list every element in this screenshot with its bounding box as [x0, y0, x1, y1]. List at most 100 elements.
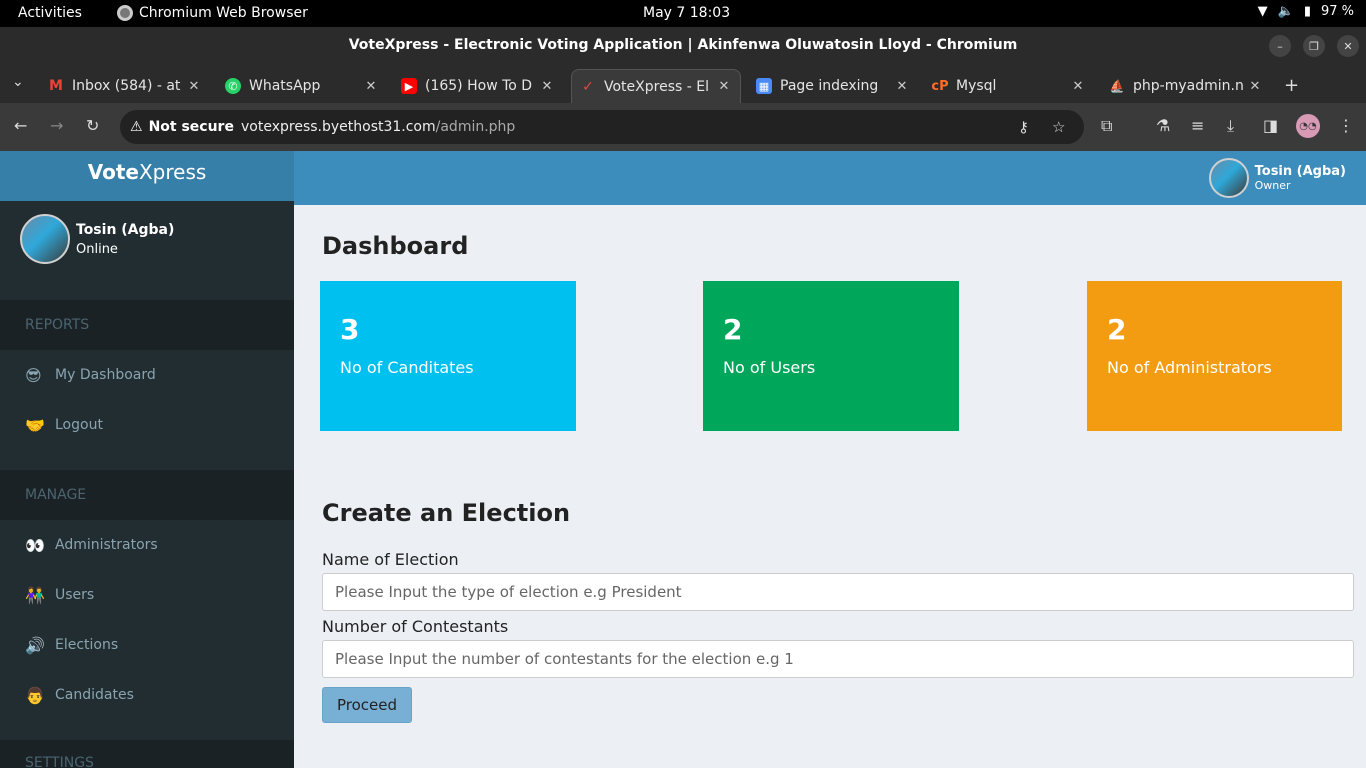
address-bar[interactable]: ⚠ Not secure votexpress.byethost31.com/a…	[120, 110, 1084, 144]
header-avatar	[1208, 158, 1249, 198]
sidebar-item-users[interactable]: 👫 Users	[0, 570, 294, 620]
battery-icon: ▮	[1303, 4, 1311, 19]
couple-icon: 👫	[25, 585, 45, 605]
minimize-button[interactable]: –	[1269, 35, 1291, 57]
close-tab-icon[interactable]: ✕	[714, 79, 734, 94]
tab-title: (165) How To D	[425, 78, 533, 94]
whatsapp-icon: ✆	[225, 78, 241, 94]
tab-title: Mysql	[956, 78, 997, 94]
tab-gmail[interactable]: M Inbox (584) - at ✕	[40, 69, 210, 103]
tab-search-chevron-icon[interactable]: ⌄	[12, 74, 24, 90]
logo-rest-text: Xpress	[138, 160, 207, 184]
download-icon[interactable]: ⤓	[1227, 116, 1234, 136]
clock[interactable]: May 7 18:03	[643, 5, 730, 21]
contestants-input[interactable]	[322, 640, 1354, 678]
labs-flask-icon[interactable]: ⚗	[1156, 116, 1170, 135]
handshake-icon: 🤝	[25, 415, 45, 435]
sidebar-item-logout[interactable]: 🤝 Logout	[0, 400, 294, 450]
app-menu[interactable]: Chromium Web Browser	[117, 5, 308, 21]
cpanel-icon: cP	[931, 78, 949, 94]
gmail-icon: M	[49, 78, 63, 94]
close-window-button[interactable]: ✕	[1337, 35, 1359, 57]
new-tab-plus-icon[interactable]: +	[1284, 75, 1299, 96]
site-info-button[interactable]: ⚠ Not secure	[130, 119, 234, 135]
more-menu-icon[interactable]: ⋮	[1338, 116, 1354, 135]
battery-percentage: 97 %	[1320, 4, 1354, 19]
tab-page-indexing[interactable]: ▦ Page indexing ✕	[748, 69, 918, 103]
close-tab-icon[interactable]: ✕	[361, 79, 381, 94]
window-title-bar: VoteXpress - Electronic Voting Applicati…	[0, 27, 1366, 65]
header-user-menu[interactable]: Tosin (Agba) Owner	[1208, 158, 1346, 198]
sidebar-item-candidates[interactable]: 👨 Candidates	[0, 670, 294, 720]
stat-card-candidates: 3 No of Canditates	[320, 281, 576, 431]
contestants-label: Number of Contestants	[322, 617, 509, 636]
tab-phpmyadmin[interactable]: ⛵ php-myadmin.n ✕	[1101, 69, 1271, 103]
youtube-icon: ▶	[401, 78, 417, 94]
forward-arrow-icon[interactable]: →	[50, 116, 63, 135]
sidebar-user-panel: Tosin (Agba) Online	[20, 214, 174, 264]
stat-value: 2	[1107, 313, 1127, 346]
media-controls-icon[interactable]: ≡	[1191, 116, 1204, 135]
sidebar-item-my-dashboard[interactable]: 😎 My Dashboard	[0, 350, 294, 400]
close-tab-icon[interactable]: ✕	[892, 79, 912, 94]
stat-card-administrators: 2 No of Administrators	[1087, 281, 1342, 431]
wifi-icon: ▼	[1257, 4, 1268, 19]
key-icon[interactable]: ⚷	[1018, 118, 1029, 136]
sidebar-item-elections[interactable]: 🔊 Elections	[0, 620, 294, 670]
stat-card-users: 2 No of Users	[703, 281, 959, 431]
sidebar-item-label: Candidates	[55, 687, 134, 703]
page-title: Dashboard	[322, 232, 469, 260]
header-user-name: Tosin (Agba)	[1254, 164, 1346, 179]
close-tab-icon[interactable]: ✕	[1245, 79, 1265, 94]
extensions-puzzle-icon[interactable]: ⧉	[1101, 116, 1112, 136]
sidebar-item-label: Users	[55, 587, 95, 603]
window-title: VoteXpress - Electronic Voting Applicati…	[348, 37, 1018, 53]
tab-title: Page indexing	[780, 78, 879, 94]
system-top-bar: Activities Chromium Web Browser May 7 18…	[0, 0, 1366, 27]
election-name-input[interactable]	[322, 573, 1354, 611]
logo-bold-text: Vote	[87, 160, 139, 184]
stat-label: No of Administrators	[1107, 358, 1272, 377]
activities-button[interactable]: Activities	[18, 5, 82, 21]
chromium-icon	[117, 5, 133, 21]
sidebar: Tosin (Agba) Online REPORTS 😎 My Dashboa…	[0, 201, 294, 768]
warning-triangle-icon: ⚠	[130, 119, 143, 135]
sidebar-user-name: Tosin (Agba)	[76, 221, 175, 238]
close-tab-icon[interactable]: ✕	[537, 79, 557, 94]
stat-value: 2	[723, 313, 743, 346]
create-election-title: Create an Election	[322, 499, 571, 527]
tab-title: Inbox (584) - at	[72, 78, 181, 94]
sidebar-header-settings: SETTINGS	[0, 740, 294, 768]
security-label: Not secure	[148, 119, 234, 135]
tab-strip: ⌄ M Inbox (584) - at ✕ ✆ WhatsApp ✕ ▶ (1…	[0, 65, 1366, 103]
sidebar-item-administrators[interactable]: 👀 Administrators	[0, 520, 294, 570]
sidebar-item-label: My Dashboard	[55, 367, 156, 383]
url-text[interactable]: votexpress.byethost31.com/admin.php	[241, 119, 515, 135]
bookmark-star-icon[interactable]: ☆	[1052, 118, 1065, 136]
sidebar-item-label: Elections	[55, 637, 119, 653]
system-tray[interactable]: ▼ 🔈 ▮ 97 %	[1258, 4, 1354, 19]
tab-whatsapp[interactable]: ✆ WhatsApp ✕	[217, 69, 387, 103]
sidebar-item-label: Logout	[55, 417, 103, 433]
profile-avatar-icon[interactable]: ◔◔	[1296, 114, 1320, 138]
tab-mysql[interactable]: cP Mysql ✕	[924, 69, 1094, 103]
header-user-role: Owner	[1254, 179, 1291, 192]
side-panel-icon[interactable]: ◨	[1263, 116, 1278, 135]
tab-youtube[interactable]: ▶ (165) How To D ✕	[393, 69, 563, 103]
proceed-button[interactable]: Proceed	[322, 687, 412, 723]
close-tab-icon[interactable]: ✕	[1068, 79, 1088, 94]
browser-toolbar: ← → ↻ ⚠ Not secure votexpress.byethost31…	[0, 103, 1366, 151]
tab-title: VoteXpress - El	[604, 78, 709, 95]
sidebar-item-label: Administrators	[55, 537, 158, 553]
back-arrow-icon[interactable]: ←	[14, 116, 27, 135]
tab-votexpress[interactable]: ✓ VoteXpress - El ✕	[571, 69, 741, 103]
votexpress-icon: ✓	[582, 78, 594, 95]
reload-icon[interactable]: ↻	[86, 116, 99, 135]
close-tab-icon[interactable]: ✕	[184, 79, 204, 94]
maximize-button[interactable]: ❐	[1303, 35, 1325, 57]
stat-label: No of Canditates	[340, 358, 474, 377]
speaker-icon: 🔊	[25, 635, 45, 655]
sidebar-header-reports: REPORTS	[0, 300, 294, 350]
election-name-label: Name of Election	[322, 550, 459, 569]
app-logo[interactable]: VoteXpress	[0, 151, 294, 201]
